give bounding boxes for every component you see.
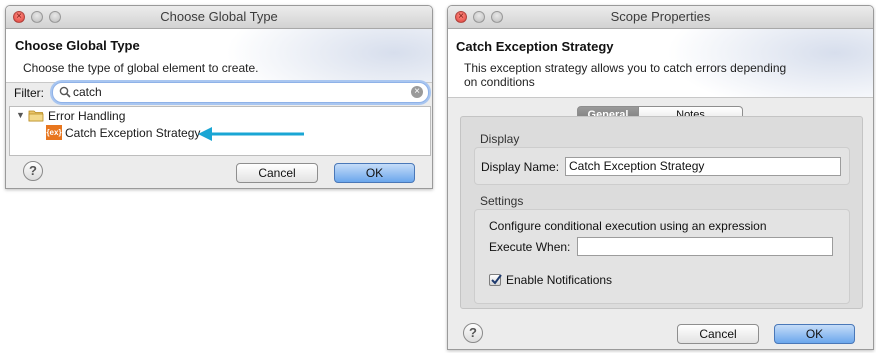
filter-search-field[interactable]: catch ×: [52, 82, 429, 103]
checkmark-icon: [491, 274, 502, 285]
zoom-window-icon[interactable]: [491, 11, 503, 23]
header-description-line1: This exception strategy allows you to ca…: [464, 61, 787, 75]
folder-icon: [28, 110, 44, 122]
header-description: Choose the type of global element to cre…: [23, 61, 259, 75]
enable-notifications-checkbox[interactable]: [489, 274, 502, 286]
clear-search-icon[interactable]: ×: [411, 86, 423, 98]
display-name-field[interactable]: Catch Exception Strategy: [565, 157, 841, 176]
header-title: Catch Exception Strategy: [456, 39, 614, 54]
title-bar[interactable]: Scope Properties: [448, 6, 873, 29]
search-icon: [59, 86, 71, 98]
settings-section-title: Settings: [480, 194, 524, 208]
tree-item-label: Catch Exception Strategy: [65, 126, 201, 140]
cancel-button[interactable]: Cancel: [236, 163, 318, 183]
execute-when-field[interactable]: [577, 237, 833, 256]
ok-button[interactable]: OK: [334, 163, 415, 183]
window-controls: [13, 11, 61, 23]
close-window-icon[interactable]: [455, 11, 467, 23]
minimize-window-icon[interactable]: [31, 11, 43, 23]
arrow-annotation-icon: [198, 127, 304, 141]
display-section-title: Display: [480, 132, 520, 146]
close-window-icon[interactable]: [13, 11, 25, 23]
choose-global-type-window: Choose Global Type Choose Global Type Ch…: [5, 5, 433, 189]
scope-properties-window: Scope Properties Catch Exception Strateg…: [447, 5, 874, 350]
settings-description: Configure conditional execution using an…: [489, 219, 767, 233]
window-controls: [455, 11, 503, 23]
filter-input[interactable]: catch: [73, 85, 102, 99]
title-bar[interactable]: Choose Global Type: [6, 6, 432, 29]
ok-button[interactable]: OK: [774, 324, 855, 344]
dialog-header: Choose Global Type Choose the type of gl…: [6, 29, 432, 83]
type-tree[interactable]: ▼ Error Handling {ex} Catch Exception St…: [9, 106, 431, 156]
dialog-header: Catch Exception Strategy This exception …: [448, 29, 873, 98]
enable-notifications-label: Enable Notifications: [506, 273, 613, 287]
cancel-button[interactable]: Cancel: [677, 324, 759, 344]
help-button[interactable]: ?: [23, 161, 43, 181]
minimize-window-icon[interactable]: [473, 11, 485, 23]
window-title: Choose Global Type: [160, 9, 278, 24]
disclosure-triangle-icon[interactable]: ▼: [16, 110, 25, 120]
help-button[interactable]: ?: [463, 323, 483, 343]
header-description-line2: on conditions: [464, 75, 535, 89]
display-name-label: Display Name:: [481, 160, 560, 174]
exception-icon: {ex}: [46, 125, 62, 140]
filter-label: Filter:: [14, 86, 44, 100]
execute-when-label: Execute When:: [489, 240, 571, 254]
window-title: Scope Properties: [610, 9, 711, 24]
header-title: Choose Global Type: [15, 38, 140, 53]
zoom-window-icon[interactable]: [49, 11, 61, 23]
tree-folder-label: Error Handling: [48, 109, 126, 123]
tree-folder-row[interactable]: ▼ Error Handling: [14, 109, 214, 123]
